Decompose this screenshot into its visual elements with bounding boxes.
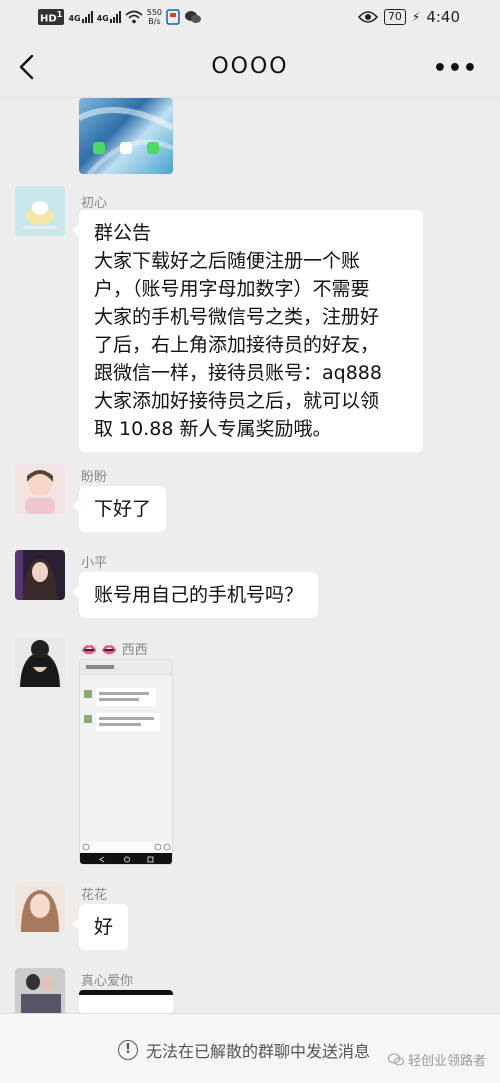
watermark-text: 轻创业领路者: [407, 1054, 486, 1069]
chat-screenshot-image[interactable]: [79, 659, 173, 865]
status-right: 70 ⚡ 4:40: [357, 8, 460, 26]
avatar[interactable]: [15, 464, 65, 514]
notice-line: 取 10.88 新人专属奖励哦。: [94, 418, 332, 440]
message-bubble[interactable]: 下好了: [71, 486, 167, 532]
avatar[interactable]: [15, 186, 65, 236]
status-bar: HD1 4G 4G 550 B/s 70 ⚡ 4:40: [0, 0, 500, 38]
hd-tag: HD1: [38, 9, 65, 25]
charging-icon: ⚡: [411, 10, 421, 24]
chat-footer: ! 无法在已解散的群聊中发送消息 轻创业领路者: [0, 1013, 500, 1083]
notice-line: 大家下载好之后随便注册一个账: [94, 250, 361, 272]
more-options-icon[interactable]: •••: [433, 56, 478, 81]
disbanded-notice: ! 无法在已解散的群聊中发送消息: [118, 1038, 370, 1062]
notification-app-icon: [166, 9, 180, 25]
group-notice-bubble[interactable]: 群公告 大家下载好之后随便注册一个账 户，（账号用字母加数字）不需要 大家的手机…: [72, 210, 423, 452]
notice-line: 了后，右上角添加接待员的好友，: [94, 334, 380, 356]
status-time: 4:40: [426, 8, 460, 26]
message-bubble[interactable]: 账号用自己的手机号吗？: [71, 572, 319, 618]
sender-name: 👄 👄 西西: [81, 643, 148, 658]
screenshot-thumbnail: [80, 660, 172, 864]
wechat-icon: [185, 11, 202, 23]
message-bubble[interactable]: 好: [71, 904, 129, 950]
wifi-icon: [125, 10, 143, 24]
nav-bar: OOOO •••: [0, 38, 500, 98]
image-message-partial[interactable]: [79, 990, 173, 1013]
wechat-watermark-icon: [387, 1053, 404, 1066]
sender-name: 真心爱你: [81, 974, 134, 989]
exclamation-icon: !: [118, 1040, 138, 1060]
sender-name: 小平: [81, 556, 108, 571]
lips-emoji: 👄 👄: [81, 643, 122, 658]
sender-name: 盼盼: [81, 470, 108, 485]
avatar[interactable]: [15, 882, 65, 932]
net-speed: 550 B/s: [146, 8, 163, 26]
notice-line: 户，（账号用字母加数字）不需要: [94, 278, 370, 300]
avatar[interactable]: [15, 968, 65, 1013]
disbanded-notice-text: 无法在已解散的群聊中发送消息: [146, 1042, 371, 1061]
sender-name: 初心: [81, 196, 108, 211]
signal-icon-1: 4G: [68, 11, 93, 23]
image-message-top[interactable]: [79, 98, 173, 174]
notice-line: 群公告: [94, 222, 152, 244]
notice-line: 大家的手机号微信号之类，注册好: [94, 306, 380, 328]
notice-line: 大家添加好接待员之后，就可以领: [94, 390, 380, 412]
phone-screenshot-thumbnail: [79, 107, 173, 174]
status-left: HD1 4G 4G 550 B/s: [38, 8, 202, 26]
sender-name: 花花: [81, 888, 108, 903]
avatar[interactable]: [15, 637, 65, 687]
avatar[interactable]: [15, 550, 65, 600]
eye-icon: [357, 11, 378, 23]
notice-line: 跟微信一样，接待员账号：aq888: [94, 362, 382, 384]
signal-icon-2: 4G: [97, 11, 121, 23]
chat-title: OOOO: [211, 54, 289, 79]
battery-indicator: 70: [383, 9, 406, 25]
watermark: 轻创业领路者: [387, 1050, 486, 1069]
